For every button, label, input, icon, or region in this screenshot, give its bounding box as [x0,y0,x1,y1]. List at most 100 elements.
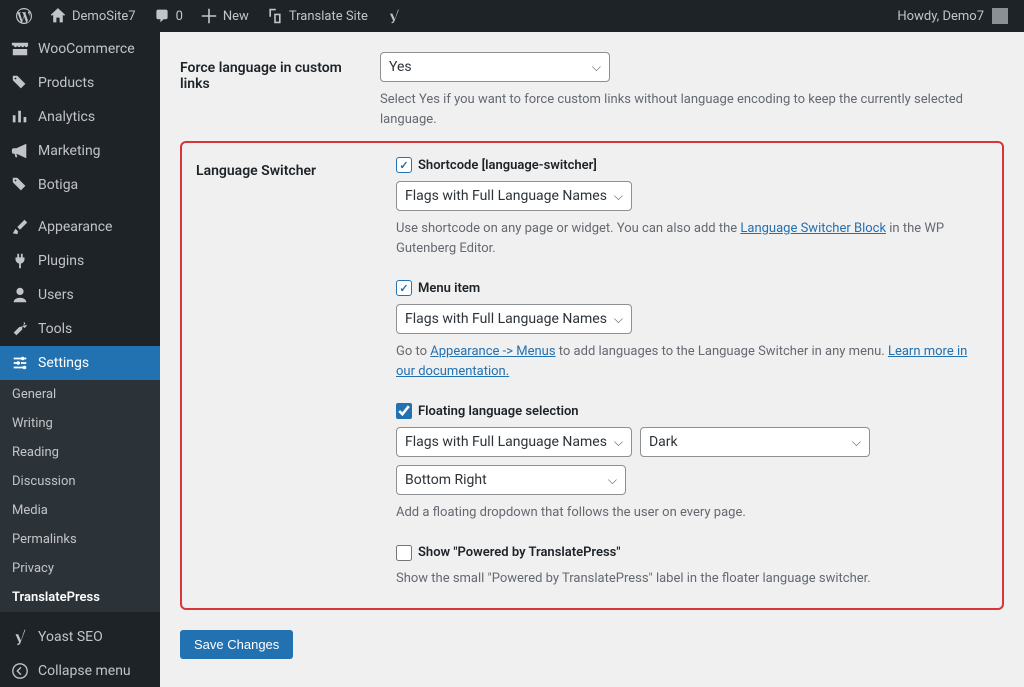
site-home[interactable]: DemoSite7 [42,0,144,32]
sidebar-sub-translatepress[interactable]: TranslatePress [0,583,160,612]
sliders-icon [10,354,30,372]
floating-selects-row2: Bottom Right ⌵ [396,465,988,495]
shortcode-select[interactable]: Flags with Full Language Names ⌵ [396,181,632,211]
shortcode-checkbox[interactable]: ✓ [396,157,412,173]
language-switcher-section: Language Switcher ✓ Shortcode [language-… [180,141,1004,610]
sidebar-label: Tools [38,321,72,337]
menu-select[interactable]: Flags with Full Language Names ⌵ [396,304,632,334]
translate-site[interactable]: Translate Site [259,0,376,32]
plug-icon [10,252,30,270]
force-links-select[interactable]: Yes ⌵ [380,52,610,82]
brush-icon [10,218,30,236]
appearance-menus-link[interactable]: Appearance -> Menus [430,344,555,359]
powered-checkbox[interactable] [396,545,412,561]
comment-icon [154,8,170,25]
sidebar-label: Marketing [38,143,101,159]
collapse-label: Collapse menu [38,663,131,679]
force-links-row: Force language in custom links Yes ⌵ Sel… [180,42,1004,129]
switcher-label: Language Switcher [196,157,396,199]
chevron-down-icon: ⌵ [614,435,623,450]
admin-bar: DemoSite7 0 New Translate Site Howd [0,0,1024,32]
save-button[interactable]: Save Changes [180,630,293,659]
sidebar-sub-general[interactable]: General [0,380,160,409]
floating-desc: Add a floating dropdown that follows the… [396,503,988,523]
menu-checkbox[interactable]: ✓ [396,280,412,296]
floating-label: Floating language selection [418,404,579,419]
shortcode-block: ✓ Shortcode [language-switcher] Flags wi… [396,157,988,258]
floating-position-value: Bottom Right [405,472,487,488]
sidebar-item-yoast[interactable]: Yoast SEO [0,620,160,654]
sidebar-label: Products [38,75,94,91]
new-content[interactable]: New [193,0,257,32]
sidebar-label: Yoast SEO [38,629,103,645]
floating-theme-value: Dark [649,434,678,450]
sidebar-item-analytics[interactable]: Analytics [0,100,160,134]
powered-desc: Show the small "Powered by TranslatePres… [396,569,988,589]
comments-count: 0 [176,9,183,24]
admin-bar-left: DemoSite7 0 New Translate Site [8,0,410,32]
settings-content: Force language in custom links Yes ⌵ Sel… [160,32,1024,687]
sidebar-sub-writing[interactable]: Writing [0,409,160,438]
translate-icon [267,8,283,25]
sidebar-item-users[interactable]: Users [0,278,160,312]
sidebar-sub-discussion[interactable]: Discussion [0,467,160,496]
translate-label: Translate Site [289,9,368,24]
site-name: DemoSite7 [72,9,136,24]
sidebar-sub-privacy[interactable]: Privacy [0,554,160,583]
collapse-menu[interactable]: Collapse menu [0,654,160,687]
sidebar-item-plugins[interactable]: Plugins [0,244,160,278]
sidebar-label: Analytics [38,109,95,125]
sidebar-sub-permalinks[interactable]: Permalinks [0,525,160,554]
yoast-admin-bar[interactable] [378,0,410,32]
sidebar-item-appearance[interactable]: Appearance [0,210,160,244]
lsb-link[interactable]: Language Switcher Block [740,221,886,236]
woocommerce-icon [10,40,30,58]
comments-link[interactable]: 0 [146,0,191,32]
home-icon [50,8,66,25]
floating-block: Floating language selection Flags with F… [396,403,988,523]
sidebar-item-products[interactable]: Products [0,66,160,100]
admin-bar-right[interactable]: Howdy, Demo7 [897,8,1016,24]
wp-logo[interactable] [8,0,40,32]
sidebar-label: WooCommerce [38,41,135,57]
admin-sidebar: WooCommerce Products Analytics Marketing… [0,32,160,687]
sidebar-item-marketing[interactable]: Marketing [0,134,160,168]
main-wrap: WooCommerce Products Analytics Marketing… [0,32,1024,687]
sidebar-item-woocommerce[interactable]: WooCommerce [0,32,160,66]
force-links-value: Yes [389,59,412,75]
powered-block: Show "Powered by TranslatePress" Show th… [396,545,988,589]
sidebar-item-settings[interactable]: Settings [0,346,160,380]
sidebar-label: Appearance [38,219,112,235]
menu-label: Menu item [418,281,480,296]
yoast-icon [10,628,30,646]
sidebar-item-botiga[interactable]: Botiga [0,168,160,202]
chevron-down-icon: ⌵ [608,473,617,488]
sidebar-sub-media[interactable]: Media [0,496,160,525]
floating-style-value: Flags with Full Language Names [405,434,607,450]
floating-style-select[interactable]: Flags with Full Language Names ⌵ [396,427,632,457]
chevron-down-icon: ⌵ [614,312,623,327]
menu-value: Flags with Full Language Names [405,311,607,327]
floating-checkbox[interactable] [396,403,412,419]
switcher-field: ✓ Shortcode [language-switcher] Flags wi… [396,157,988,588]
new-label: New [223,9,249,24]
floating-position-select[interactable]: Bottom Right ⌵ [396,465,626,495]
howdy-text: Howdy, Demo7 [897,9,984,24]
menu-check-row: ✓ Menu item [396,280,988,296]
floating-check-row: Floating language selection [396,403,988,419]
chevron-down-icon: ⌵ [852,435,861,450]
botiga-icon [10,176,30,194]
sidebar-label: Settings [38,355,89,371]
sidebar-submenu: General Writing Reading Discussion Media… [0,380,160,612]
shortcode-label: Shortcode [language-switcher] [418,158,597,173]
sidebar-item-tools[interactable]: Tools [0,312,160,346]
floating-theme-select[interactable]: Dark ⌵ [640,427,870,457]
force-links-field: Yes ⌵ Select Yes if you want to force cu… [380,42,1004,129]
wordpress-icon [16,8,32,25]
powered-check-row: Show "Powered by TranslatePress" [396,545,988,561]
force-links-label: Force language in custom links [180,42,380,112]
collapse-icon [10,662,30,680]
sidebar-sub-reading[interactable]: Reading [0,438,160,467]
floating-selects-row1: Flags with Full Language Names ⌵ Dark ⌵ [396,427,988,457]
yoast-icon [386,8,402,25]
